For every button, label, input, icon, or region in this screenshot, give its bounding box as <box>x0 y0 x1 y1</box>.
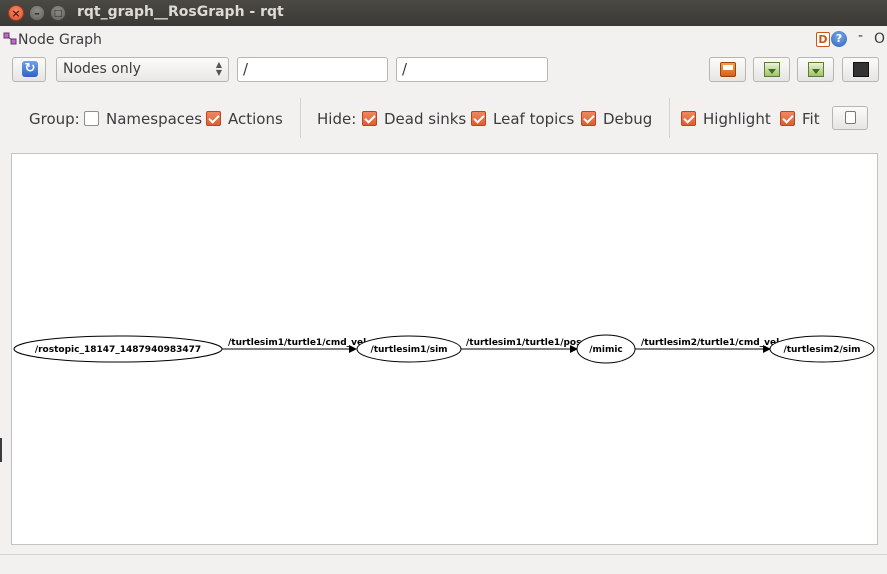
graph-node[interactable]: /turtlesim1/sim <box>356 335 462 363</box>
topic-filter-input[interactable]: / <box>396 57 548 82</box>
window-minimize-button[interactable]: – <box>29 5 45 21</box>
window-titlebar[interactable]: × – □ rqt_graph__RosGraph - rqt <box>0 0 887 26</box>
fit-label: Fit <box>802 110 820 128</box>
edge-label: /turtlesim1/turtle1/cmd_vel <box>228 338 366 348</box>
fit-in-view-button[interactable] <box>832 106 868 130</box>
save-icon <box>764 62 780 77</box>
window-close-button[interactable]: × <box>8 5 24 21</box>
load-dot-button[interactable] <box>709 57 746 82</box>
hide-label: Hide: <box>317 110 357 128</box>
fit-view-icon <box>845 111 856 124</box>
graph-node[interactable]: /mimic <box>576 334 636 364</box>
highlight-checkbox[interactable] <box>681 111 696 126</box>
actions-checkbox[interactable] <box>206 111 221 126</box>
highlight-label: Highlight <box>703 110 771 128</box>
refresh-icon: ↻ <box>22 61 38 77</box>
debug-label: Debug <box>603 110 653 128</box>
window-title: rqt_graph__RosGraph - rqt <box>77 4 284 20</box>
actions-label: Actions <box>228 110 283 128</box>
graph-node[interactable]: /rostopic_18147_1487940983477 <box>13 335 223 363</box>
graph-svg: /turtlesim1/turtle1/cmd_vel /turtlesim1/… <box>13 334 875 364</box>
separator <box>669 98 670 138</box>
edge-label: /turtlesim2/turtle1/cmd_vel <box>641 338 779 348</box>
namespace-filter-input[interactable]: / <box>237 57 388 82</box>
save-image-button[interactable] <box>797 57 834 82</box>
graph-type-select[interactable]: Nodes only ▲ ▼ <box>56 57 229 82</box>
leaf-topics-checkbox[interactable] <box>471 111 486 126</box>
debug-checkbox[interactable] <box>581 111 596 126</box>
node-label: /mimic <box>589 345 623 355</box>
screen-icon <box>853 62 869 77</box>
node-label: /turtlesim2/sim <box>783 345 860 355</box>
dead-sinks-checkbox[interactable] <box>362 111 377 126</box>
save-image-icon <box>808 62 824 77</box>
edge-label: /turtlesim1/turtle1/pose <box>466 338 588 348</box>
graph-type-value: Nodes only <box>63 61 141 77</box>
screenshot-button[interactable] <box>842 57 879 82</box>
save-dot-button[interactable] <box>753 57 790 82</box>
group-label: Group: <box>29 110 80 128</box>
graph-canvas[interactable]: /turtlesim1/turtle1/cmd_vel /turtlesim1/… <box>11 153 878 545</box>
status-bar <box>0 554 887 574</box>
open-folder-icon <box>720 62 736 77</box>
separator <box>300 98 301 138</box>
plugin-minimize-button[interactable]: - <box>858 28 863 44</box>
window-maximize-button[interactable]: □ <box>50 5 66 21</box>
debug-d-icon[interactable]: D <box>816 32 830 47</box>
dead-sinks-label: Dead sinks <box>384 110 467 128</box>
window-edge-marker <box>0 438 2 462</box>
graph-node[interactable]: /turtlesim2/sim <box>769 335 875 363</box>
node-label: /rostopic_18147_1487940983477 <box>35 345 201 355</box>
refresh-button[interactable]: ↻ <box>12 57 46 82</box>
plugin-title: Node Graph <box>18 32 102 48</box>
node-label: /turtlesim1/sim <box>370 345 447 355</box>
namespaces-label: Namespaces <box>106 110 203 128</box>
fit-checkbox[interactable] <box>780 111 795 126</box>
select-arrows-icon: ▲ ▼ <box>215 60 222 77</box>
plugin-header: Node Graph D ? - O <box>0 26 887 52</box>
help-icon[interactable]: ? <box>831 31 847 47</box>
plugin-options-button[interactable]: O <box>874 31 885 47</box>
leaf-topics-label: Leaf topics <box>493 110 575 128</box>
node-graph-icon <box>3 32 17 45</box>
namespaces-checkbox[interactable] <box>84 111 99 126</box>
